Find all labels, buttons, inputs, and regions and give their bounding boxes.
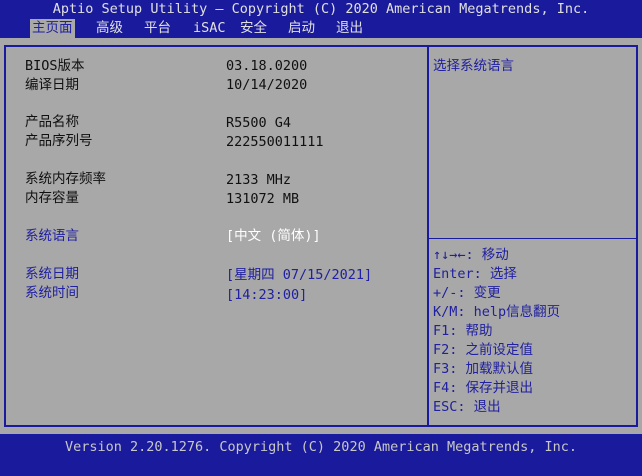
serial-value: 222550011111: [226, 134, 324, 150]
key-hint-help-page: K/M: help信息翻页: [433, 304, 561, 320]
frame-bottom-border: [4, 425, 638, 427]
tab-advanced[interactable]: 高级: [94, 19, 125, 38]
system-date-field[interactable]: [星期四 07/15/2021]: [226, 266, 372, 285]
product-name-label: 产品名称: [25, 114, 79, 130]
mem-size-value: 131072 MB: [226, 191, 300, 207]
key-hint-esc: ESC: 退出: [433, 399, 501, 415]
bios-version-value: 03.18.0200: [226, 58, 308, 74]
frame-right-border: [636, 45, 638, 427]
mem-freq-value: 2133 MHz: [226, 172, 292, 188]
language-label: 系统语言: [25, 228, 79, 244]
key-hint-enter: Enter: 选择: [433, 266, 517, 282]
system-time-field[interactable]: [14:23:00]: [226, 286, 307, 305]
serial-label: 产品序列号: [25, 133, 93, 149]
build-date-label: 编译日期: [25, 77, 79, 93]
mem-size-label: 内存容量: [25, 190, 79, 206]
language-select[interactable]: [中文 (简体)]: [226, 227, 321, 246]
product-name-value: R5500 G4: [226, 115, 292, 131]
tab-boot[interactable]: 启动: [286, 19, 317, 38]
footer-version: Version 2.20.1276. Copyright (C) 2020 Am…: [0, 436, 642, 458]
help-description: 选择系统语言: [433, 58, 514, 74]
tab-isac[interactable]: iSAC: [191, 19, 228, 38]
key-hint-f2: F2: 之前设定值: [433, 342, 534, 358]
key-hint-move: ↑↓→←: 移动: [433, 247, 509, 263]
tab-security[interactable]: 安全: [238, 19, 269, 38]
frame-divider: [427, 45, 429, 427]
tab-bar: 主页面 高级 平台 iSAC 安全 启动 退出: [0, 19, 642, 38]
title-bar: Aptio Setup Utility – Copyright (C) 2020…: [0, 0, 642, 19]
key-hint-change: +/-: 变更: [433, 285, 501, 301]
frame-top-border: [4, 45, 638, 47]
key-hint-f4: F4: 保存并退出: [433, 380, 534, 396]
main-panel: BIOS版本 03.18.0200 编译日期 10/14/2020 产品名称 R…: [0, 38, 642, 434]
system-time-label: 系统时间: [25, 285, 79, 301]
key-hint-f1: F1: 帮助: [433, 323, 493, 339]
frame-left-border: [4, 45, 6, 427]
system-date-label: 系统日期: [25, 266, 79, 282]
mem-freq-label: 系统内存频率: [25, 171, 106, 187]
help-divider: [429, 238, 636, 239]
build-date-value: 10/14/2020: [226, 77, 308, 93]
bios-version-label: BIOS版本: [25, 58, 85, 74]
tab-main[interactable]: 主页面: [30, 19, 75, 38]
key-hint-f3: F3: 加载默认值: [433, 361, 534, 377]
tab-platform[interactable]: 平台: [142, 19, 173, 38]
tab-exit[interactable]: 退出: [334, 19, 365, 38]
